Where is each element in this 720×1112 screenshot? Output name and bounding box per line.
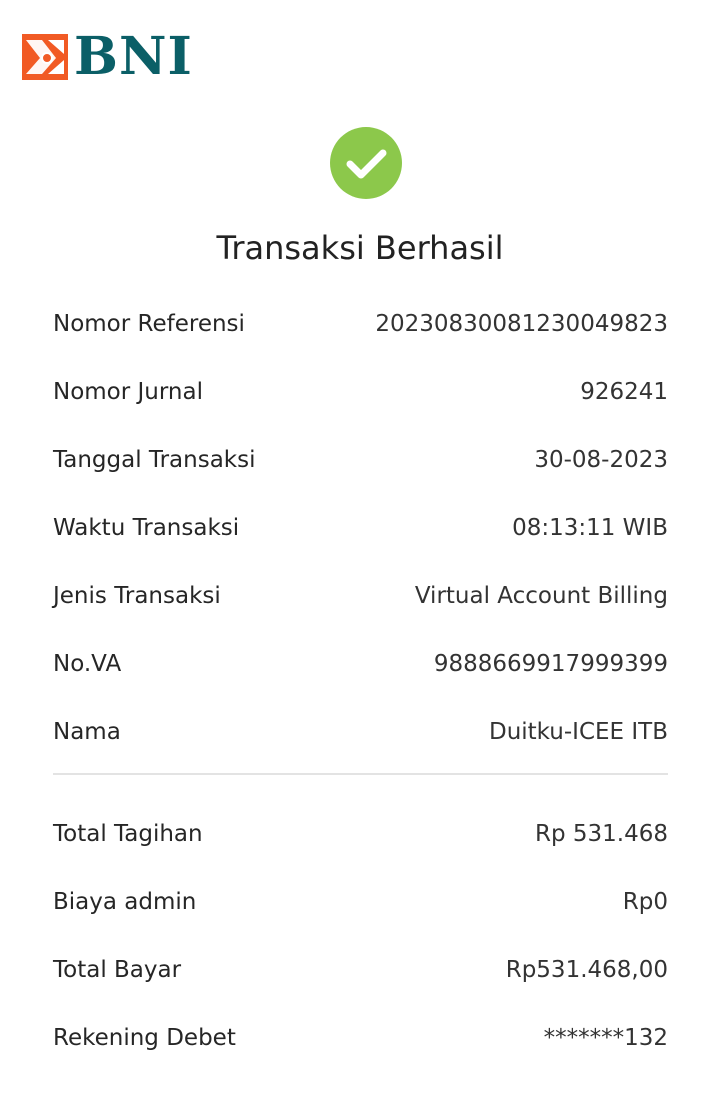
brand-name: BNI bbox=[74, 26, 193, 87]
summary-value: Rp 531.468 bbox=[534, 821, 668, 847]
check-circle-icon bbox=[330, 127, 402, 199]
detail-label: Waktu Transaksi bbox=[53, 515, 240, 541]
summary-label: Biaya admin bbox=[53, 889, 197, 915]
page-title: Transaksi Berhasil bbox=[216, 229, 504, 267]
summary-label: Total Tagihan bbox=[53, 821, 203, 847]
summary-row-debit-account: Rekening Debet *******132 bbox=[53, 1004, 668, 1072]
detail-value: 926241 bbox=[580, 379, 668, 405]
detail-value: 08:13:11 WIB bbox=[512, 515, 668, 541]
detail-row-name: Nama Duitku-ICEE ITB bbox=[53, 698, 668, 766]
summary-row-admin-fee: Biaya admin Rp0 bbox=[53, 868, 668, 936]
section-divider bbox=[53, 773, 668, 775]
detail-row-type: Jenis Transaksi Virtual Account Billing bbox=[53, 562, 668, 630]
detail-row-reference: Nomor Referensi 20230830081230049823 bbox=[53, 290, 668, 358]
summary-value: Rp0 bbox=[622, 889, 668, 915]
transaction-details: Nomor Referensi 20230830081230049823 Nom… bbox=[53, 290, 668, 766]
detail-row-journal: Nomor Jurnal 926241 bbox=[53, 358, 668, 426]
detail-row-va-number: No.VA 9888669917999399 bbox=[53, 630, 668, 698]
summary-value: Rp531.468,00 bbox=[505, 957, 668, 983]
detail-label: Nama bbox=[53, 719, 121, 745]
bni-logo: BNI bbox=[22, 26, 193, 87]
detail-row-date: Tanggal Transaksi 30-08-2023 bbox=[53, 426, 668, 494]
summary-row-total-bill: Total Tagihan Rp 531.468 bbox=[53, 800, 668, 868]
detail-label: Nomor Referensi bbox=[53, 311, 245, 337]
detail-label: Tanggal Transaksi bbox=[53, 447, 256, 473]
summary-row-total-paid: Total Bayar Rp531.468,00 bbox=[53, 936, 668, 1004]
detail-value: Duitku-ICEE ITB bbox=[488, 719, 668, 745]
detail-value: 30-08-2023 bbox=[534, 447, 668, 473]
detail-label: No.VA bbox=[53, 651, 122, 677]
bni-sail-icon bbox=[22, 34, 68, 80]
summary-label: Rekening Debet bbox=[53, 1025, 236, 1051]
detail-value: 9888669917999399 bbox=[433, 651, 668, 677]
detail-value: Virtual Account Billing bbox=[414, 583, 668, 609]
summary-label: Total Bayar bbox=[53, 957, 182, 983]
payment-summary: Total Tagihan Rp 531.468 Biaya admin Rp0… bbox=[53, 800, 668, 1072]
detail-label: Jenis Transaksi bbox=[53, 583, 221, 609]
summary-value: *******132 bbox=[543, 1025, 668, 1051]
detail-label: Nomor Jurnal bbox=[53, 379, 203, 405]
detail-value: 20230830081230049823 bbox=[375, 311, 668, 337]
detail-row-time: Waktu Transaksi 08:13:11 WIB bbox=[53, 494, 668, 562]
